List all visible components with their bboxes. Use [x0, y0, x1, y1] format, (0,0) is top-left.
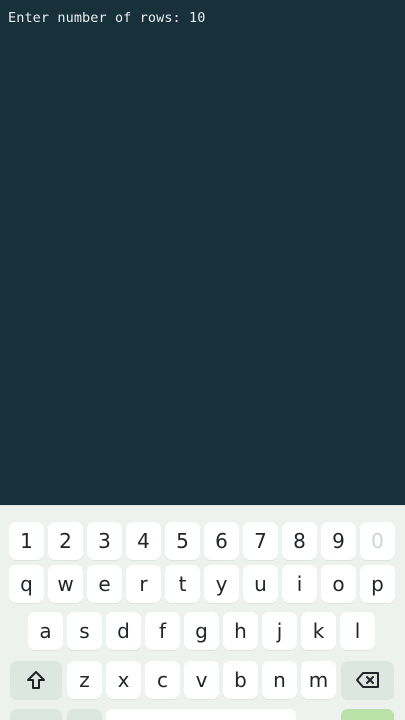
key-l[interactable]: l: [340, 612, 375, 650]
key-c[interactable]: c: [145, 661, 180, 699]
key-0[interactable]: 0: [360, 522, 395, 560]
backspace-key[interactable]: [341, 661, 394, 699]
bottom-letter-row: z x c v b n m: [0, 661, 405, 703]
partial-bottom-key-row: [0, 709, 405, 720]
key-b[interactable]: b: [223, 661, 258, 699]
middle-letter-row: a s d f g h j k l: [0, 612, 405, 654]
key-6[interactable]: 6: [204, 522, 239, 560]
app-screen: Enter number of rows: 10 1 2 3 4 5 6 7 8…: [0, 0, 405, 720]
key-x[interactable]: x: [106, 661, 141, 699]
key-z[interactable]: z: [67, 661, 102, 699]
key-2[interactable]: 2: [48, 522, 83, 560]
key-p[interactable]: p: [360, 565, 395, 603]
key-9[interactable]: 9: [321, 522, 356, 560]
key-7[interactable]: 7: [243, 522, 278, 560]
key-d[interactable]: d: [106, 612, 141, 650]
key-k[interactable]: k: [301, 612, 336, 650]
backspace-icon: [354, 668, 382, 692]
key-3[interactable]: 3: [87, 522, 122, 560]
number-key-row: 1 2 3 4 5 6 7 8 9 0: [0, 522, 405, 564]
key-m[interactable]: m: [301, 661, 336, 699]
shift-key[interactable]: [10, 661, 62, 699]
key-a[interactable]: a: [28, 612, 63, 650]
key-4[interactable]: 4: [126, 522, 161, 560]
key-v[interactable]: v: [184, 661, 219, 699]
key-8[interactable]: 8: [282, 522, 317, 560]
mode-switch-key[interactable]: [10, 709, 62, 720]
on-screen-keyboard: 1 2 3 4 5 6 7 8 9 0 q w e r t y u i o p …: [0, 505, 405, 720]
key-h[interactable]: h: [223, 612, 258, 650]
key-5[interactable]: 5: [165, 522, 200, 560]
top-letter-row: q w e r t y u i o p: [0, 565, 405, 607]
key-t[interactable]: t: [165, 565, 200, 603]
key-g[interactable]: g: [184, 612, 219, 650]
comma-key[interactable]: [67, 709, 102, 720]
space-key[interactable]: [106, 709, 296, 720]
key-i[interactable]: i: [282, 565, 317, 603]
input-prompt-text: Enter number of rows: 10: [8, 10, 206, 26]
key-o[interactable]: o: [321, 565, 356, 603]
enter-key[interactable]: [341, 709, 394, 720]
key-f[interactable]: f: [145, 612, 180, 650]
key-y[interactable]: y: [204, 565, 239, 603]
key-r[interactable]: r: [126, 565, 161, 603]
key-w[interactable]: w: [48, 565, 83, 603]
key-n[interactable]: n: [262, 661, 297, 699]
key-j[interactable]: j: [262, 612, 297, 650]
key-e[interactable]: e: [87, 565, 122, 603]
key-q[interactable]: q: [9, 565, 44, 603]
key-u[interactable]: u: [243, 565, 278, 603]
key-1[interactable]: 1: [9, 522, 44, 560]
shift-icon: [24, 668, 48, 692]
key-s[interactable]: s: [67, 612, 102, 650]
terminal-output-area[interactable]: Enter number of rows: 10: [0, 0, 405, 505]
